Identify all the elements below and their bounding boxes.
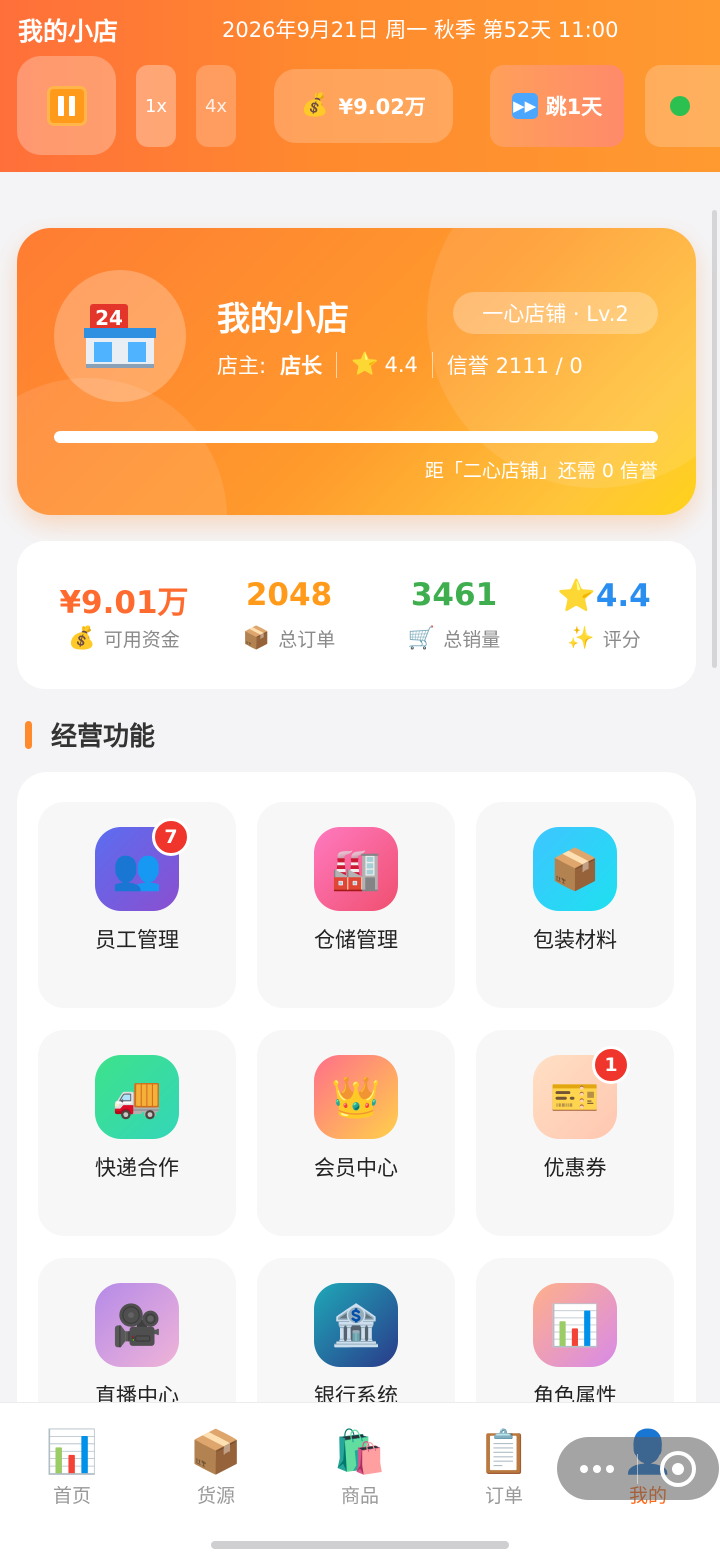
nav-products[interactable]: 🛍️ 商品 bbox=[288, 1427, 432, 1508]
shop-name: 我的小店 bbox=[217, 299, 349, 338]
features-card: 👥 7 员工管理 🏭 仓储管理 📦 包装材料 🚚 快递合作 👑 会员中心 🎫 1… bbox=[17, 772, 696, 1472]
video-camera-icon: 🎥 bbox=[95, 1283, 179, 1367]
status-button[interactable] bbox=[645, 65, 720, 147]
stat-value: ¥9.01万 bbox=[59, 585, 189, 621]
speed-4x-button[interactable]: 4x bbox=[196, 65, 236, 147]
convenience-store-icon: 24 bbox=[84, 304, 156, 368]
pause-icon bbox=[46, 85, 87, 126]
speed-1x-button[interactable]: 1x bbox=[136, 65, 176, 147]
nav-label: 订单 bbox=[484, 1485, 523, 1507]
status-dot-icon bbox=[670, 96, 690, 116]
section-accent-bar bbox=[25, 721, 32, 749]
feature-membership[interactable]: 👑 会员中心 bbox=[257, 1030, 455, 1236]
app-title: 我的小店 bbox=[18, 17, 119, 46]
feature-staff[interactable]: 👥 7 员工管理 bbox=[38, 802, 236, 1008]
shop-card: 24 我的小店 一心店铺 · Lv.2 店主: 店长 ⭐ 4.4 信誉 2111… bbox=[17, 228, 696, 515]
stat-label: 可用资金 bbox=[103, 629, 180, 651]
shopping-bags-icon: 🛍️ bbox=[333, 1427, 387, 1476]
pause-button[interactable] bbox=[17, 56, 116, 155]
nav-label: 商品 bbox=[340, 1485, 379, 1507]
feature-label: 快递合作 bbox=[95, 1156, 179, 1180]
bank-icon: 🏦 bbox=[314, 1283, 398, 1367]
stat-rating: ⭐4.4 ✨ 评分 bbox=[519, 577, 689, 652]
clipboard-icon: 📋 bbox=[477, 1427, 531, 1476]
stat-value: 2048 bbox=[245, 577, 333, 613]
chart-icon: 📊 bbox=[533, 1283, 617, 1367]
money-value: ¥9.02万 bbox=[338, 95, 426, 119]
feature-label: 优惠券 bbox=[543, 1156, 607, 1180]
feature-label: 员工管理 bbox=[95, 928, 179, 952]
feature-label: 包装材料 bbox=[533, 928, 617, 952]
level-progress-bar bbox=[54, 431, 658, 443]
fast-forward-icon: ▶▶ bbox=[511, 93, 538, 119]
skip-day-label: 跳1天 bbox=[545, 95, 603, 119]
shop-rating: 4.4 bbox=[384, 353, 418, 377]
stats-card: ¥9.01万 💰 可用资金 2048 📦 总订单 3461 🛒 总销量 ⭐4.4 ✨ 评… bbox=[17, 541, 696, 689]
box-icon: 📦 bbox=[189, 1427, 243, 1476]
stat-sales: 3461 🛒 总销量 bbox=[369, 577, 539, 652]
owner-name: 店长 bbox=[280, 354, 323, 378]
stat-value: ⭐4.4 bbox=[557, 578, 651, 614]
feature-courier[interactable]: 🚚 快递合作 bbox=[38, 1030, 236, 1236]
money-bag-icon: 💰 bbox=[301, 93, 329, 118]
factory-icon: 🏭 bbox=[314, 827, 398, 911]
nav-label: 货源 bbox=[196, 1485, 235, 1507]
skip-day-button[interactable]: ▶▶ 跳1天 bbox=[490, 65, 624, 147]
stat-label: 总销量 bbox=[443, 629, 501, 651]
shop-avatar: 24 bbox=[54, 270, 186, 402]
truck-icon: 🚚 bbox=[95, 1055, 179, 1139]
nav-orders[interactable]: 📋 订单 bbox=[432, 1427, 576, 1508]
level-progress-fill bbox=[54, 431, 658, 443]
home-indicator[interactable] bbox=[211, 1541, 509, 1549]
shop-level-badge: 一心店铺 · Lv.2 bbox=[453, 292, 658, 334]
section-title: 经营功能 bbox=[51, 722, 156, 752]
stat-label: 评分 bbox=[602, 629, 641, 651]
more-options-icon[interactable] bbox=[557, 1464, 637, 1473]
notification-badge: 7 bbox=[152, 818, 190, 856]
cart-icon: 🛒 bbox=[407, 625, 436, 651]
miniprogram-capsule bbox=[557, 1437, 719, 1500]
star-icon: ⭐ bbox=[351, 352, 379, 377]
game-datetime: 2026年9月21日 周一 秋季 第52天 11:00 bbox=[222, 18, 619, 42]
nav-supply[interactable]: 📦 货源 bbox=[144, 1427, 288, 1508]
notification-badge: 1 bbox=[592, 1046, 630, 1084]
stat-orders: 2048 📦 总订单 bbox=[204, 577, 374, 652]
feature-label: 会员中心 bbox=[314, 1156, 398, 1180]
sparkles-icon: ✨ bbox=[567, 625, 595, 651]
feature-warehouse[interactable]: 🏭 仓储管理 bbox=[257, 802, 455, 1008]
nav-label: 首页 bbox=[52, 1485, 91, 1507]
close-miniprogram-icon[interactable] bbox=[638, 1450, 718, 1487]
shop-reputation: 信誉 2111 / 0 bbox=[446, 354, 583, 378]
stat-value: 3461 bbox=[410, 577, 498, 613]
level-progress-text: 距「二心店铺」还需 0 信誉 bbox=[424, 460, 658, 482]
crown-icon: 👑 bbox=[314, 1055, 398, 1139]
stat-funds: ¥9.01万 💰 可用资金 bbox=[39, 577, 209, 652]
chart-icon: 📊 bbox=[45, 1427, 99, 1476]
feature-packaging[interactable]: 📦 包装材料 bbox=[476, 802, 674, 1008]
money-bag-icon: 💰 bbox=[68, 625, 96, 651]
shop-info-line: 店主: 店长 ⭐ 4.4 信誉 2111 / 0 bbox=[217, 350, 583, 380]
box-icon: 📦 bbox=[533, 827, 617, 911]
stat-label: 总订单 bbox=[278, 629, 336, 651]
top-header: 我的小店 2026年9月21日 周一 秋季 第52天 11:00 1x 4x 💰… bbox=[0, 0, 720, 172]
feature-coupons[interactable]: 🎫 1 优惠券 bbox=[476, 1030, 674, 1236]
package-icon: 📦 bbox=[242, 625, 271, 651]
feature-label: 仓储管理 bbox=[314, 928, 398, 952]
money-display[interactable]: 💰 ¥9.02万 bbox=[274, 69, 453, 143]
owner-prefix: 店主: bbox=[217, 354, 267, 378]
nav-home[interactable]: 📊 首页 bbox=[0, 1427, 144, 1508]
scrollbar[interactable] bbox=[712, 210, 717, 668]
